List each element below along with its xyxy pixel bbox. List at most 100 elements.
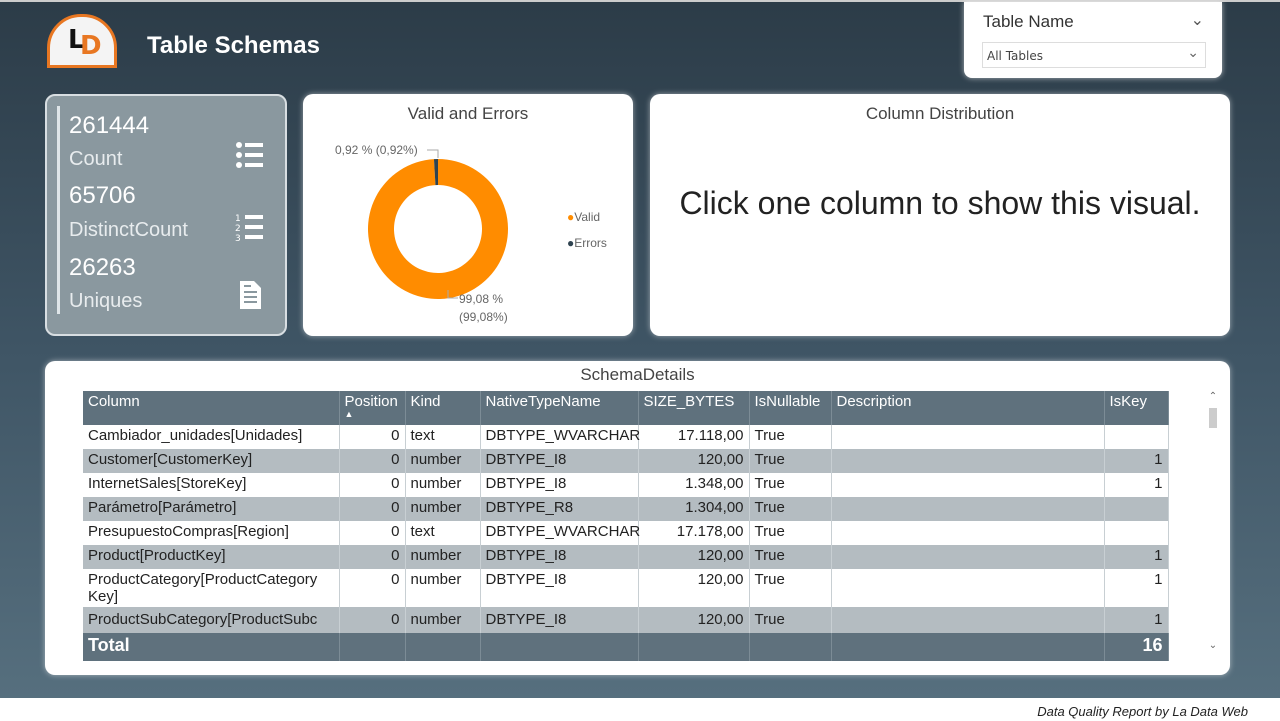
report-canvas: LD Table Schemas Table Name ⌄ All Tables… bbox=[0, 0, 1280, 698]
cell-size_bytes: 120,00 bbox=[638, 449, 750, 473]
cell-column: Parámetro[Parámetro] bbox=[83, 497, 340, 521]
cell-size_bytes: 17.178,00 bbox=[638, 521, 750, 545]
cell-nativetypename: DBTYPE_I8 bbox=[480, 569, 639, 607]
column-header-isnullable[interactable]: IsNullable bbox=[749, 391, 832, 425]
table-row[interactable]: Customer[CustomerKey] 0 number DBTYPE_I8 120… bbox=[83, 449, 1169, 473]
cell-nativetypename: DBTYPE_I8 bbox=[480, 473, 639, 497]
table-name-dropdown[interactable]: All Tables ⌄ bbox=[982, 42, 1206, 68]
cell-isnullable: True bbox=[749, 607, 832, 633]
count-value: 261444 bbox=[69, 112, 150, 139]
column-header-column[interactable]: Column bbox=[83, 391, 340, 425]
svg-text:3: 3 bbox=[235, 234, 241, 242]
chart-title: Column Distribution bbox=[865, 104, 1015, 123]
table-row[interactable]: Cambiador_unidades[Unidades] 0 text DBTYPE_… bbox=[83, 425, 1169, 449]
cell-description bbox=[831, 497, 1105, 521]
table-row[interactable]: ProductSubCategory[ProductSubc 0 number DBT… bbox=[83, 607, 1169, 633]
header-label: IsNullable bbox=[754, 393, 821, 410]
cell-position: 0 bbox=[339, 521, 406, 545]
legend-errors[interactable]: ●Errors bbox=[567, 236, 607, 250]
bullet-list-icon bbox=[236, 142, 263, 168]
table-row[interactable]: InternetSales[StoreKey] 0 number DBTYPE_I8 1… bbox=[83, 473, 1169, 497]
cell-iskey: 1 bbox=[1104, 449, 1169, 473]
total-iskey: 16 bbox=[1104, 633, 1169, 661]
cell-kind: number bbox=[405, 473, 481, 497]
cell-isnullable: True bbox=[749, 425, 832, 449]
chevron-down-icon[interactable]: ⌄ bbox=[1191, 10, 1204, 29]
scrollbar-thumb bbox=[1209, 408, 1217, 428]
distinct-count-value: 65706 bbox=[69, 182, 136, 209]
divider bbox=[57, 106, 60, 314]
cell-position: 0 bbox=[339, 497, 406, 521]
cell-kind: number bbox=[405, 449, 481, 473]
cell-isnullable: True bbox=[749, 545, 832, 569]
column-header-iskey[interactable]: IsKey bbox=[1104, 391, 1169, 425]
cell-description bbox=[831, 425, 1105, 449]
svg-text:1: 1 bbox=[235, 214, 241, 224]
table-row[interactable]: Parámetro[Parámetro] 0 number DBTYPE_R8 1.30… bbox=[83, 497, 1169, 521]
footer-credit: Data Quality Report by La Data Web bbox=[1037, 704, 1248, 719]
cell-size_bytes: 120,00 bbox=[638, 569, 750, 607]
distinct-count-label: DistinctCount bbox=[69, 219, 188, 241]
vertical-scrollbar[interactable]: ⌃ ⌄ bbox=[1207, 391, 1219, 651]
cell-kind: number bbox=[405, 607, 481, 633]
column-header-size_bytes[interactable]: SIZE_BYTES bbox=[638, 391, 750, 425]
legend-label: Valid bbox=[574, 210, 601, 224]
scroll-down-icon: ⌄ bbox=[1208, 640, 1218, 651]
cell-position: 0 bbox=[339, 425, 406, 449]
cell-isnullable: True bbox=[749, 473, 832, 497]
header-label: Kind bbox=[410, 393, 441, 410]
cell-description bbox=[831, 545, 1105, 569]
cell-position: 0 bbox=[339, 607, 406, 633]
total-label: Total bbox=[83, 633, 340, 661]
column-header-kind[interactable]: Kind bbox=[405, 391, 481, 425]
header-label: Description bbox=[836, 393, 912, 410]
page-title: Table Schemas bbox=[147, 32, 320, 59]
cell-position: 0 bbox=[339, 473, 406, 497]
cell-size_bytes: 17.118,00 bbox=[638, 425, 750, 449]
cell-size_bytes: 120,00 bbox=[638, 607, 750, 633]
column-distribution-card: Column Distribution Click one column to … bbox=[650, 94, 1230, 336]
cell-iskey: 1 bbox=[1104, 473, 1169, 497]
valid-data-label: 99,08 % bbox=[459, 292, 504, 306]
schema-table: Column Position ▲ Kind NativeTypeName SIZE_BY… bbox=[83, 391, 1169, 661]
cell-position: 0 bbox=[339, 545, 406, 569]
table-row[interactable]: PresupuestoCompras[Region] 0 text DBTYPE_WV… bbox=[83, 521, 1169, 545]
slicer-title: Table Name bbox=[983, 12, 1074, 31]
kpi-card: 261444 Count 65706 DistinctCount 123 262… bbox=[45, 94, 287, 336]
cell-position: 0 bbox=[339, 449, 406, 473]
table-row[interactable]: ProductCategory[ProductCategory Key] 0 num… bbox=[83, 569, 1169, 607]
count-label: Count bbox=[69, 148, 123, 170]
cell-kind: number bbox=[405, 545, 481, 569]
svg-text:2: 2 bbox=[235, 224, 241, 234]
legend-valid[interactable]: ●Valid bbox=[567, 210, 600, 224]
cell-nativetypename: DBTYPE_R8 bbox=[480, 497, 639, 521]
errors-data-label: 0,92 % (0,92%) bbox=[335, 143, 418, 157]
cell-isnullable: True bbox=[749, 497, 832, 521]
cell-iskey: 1 bbox=[1104, 545, 1169, 569]
column-header-description[interactable]: Description bbox=[831, 391, 1105, 425]
header-label: SIZE_BYTES bbox=[643, 393, 735, 410]
cell-description bbox=[831, 449, 1105, 473]
uniques-value: 26263 bbox=[69, 254, 136, 281]
cell-iskey bbox=[1104, 521, 1169, 545]
cell-column: Cambiador_unidades[Unidades] bbox=[83, 425, 340, 449]
table-title: SchemaDetails bbox=[580, 365, 695, 384]
header-label: Column bbox=[88, 393, 140, 410]
cell-kind: text bbox=[405, 425, 481, 449]
numbered-list-icon: 123 bbox=[235, 214, 263, 242]
column-header-position[interactable]: Position ▲ bbox=[339, 391, 406, 425]
cell-size_bytes: 1.304,00 bbox=[638, 497, 750, 521]
valid-data-label-pct: (99,08%) bbox=[459, 310, 508, 324]
column-header-nativetypename[interactable]: NativeTypeName bbox=[480, 391, 639, 425]
cell-nativetypename: DBTYPE_I8 bbox=[480, 607, 639, 633]
cell-isnullable: True bbox=[749, 449, 832, 473]
cell-description bbox=[831, 569, 1105, 607]
valid-errors-card: Valid and Errors 0,92 % (0,92%) 99,08 % … bbox=[303, 94, 633, 336]
cell-isnullable: True bbox=[749, 521, 832, 545]
cell-size_bytes: 1.348,00 bbox=[638, 473, 750, 497]
table-row[interactable]: Product[ProductKey] 0 number DBTYPE_I8 120,0… bbox=[83, 545, 1169, 569]
cell-iskey: 1 bbox=[1104, 569, 1169, 607]
cell-nativetypename: DBTYPE_WVARCHAR bbox=[480, 425, 640, 449]
cell-kind: text bbox=[405, 521, 481, 545]
logo: LD bbox=[47, 14, 117, 68]
